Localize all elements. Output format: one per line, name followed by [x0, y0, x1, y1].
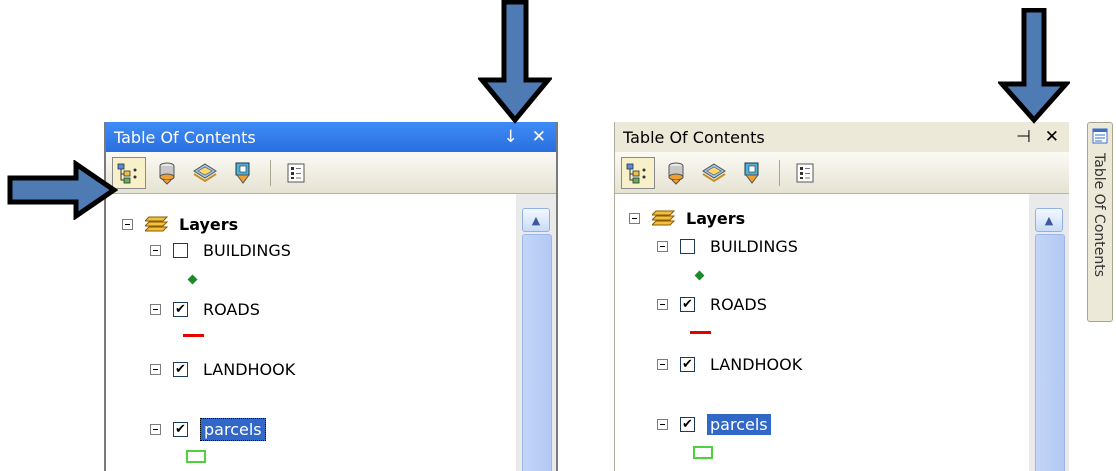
collapse-icon[interactable]: [150, 424, 161, 435]
callout-arrow-down-left: [478, 0, 552, 124]
polygon-symbol: [693, 446, 713, 459]
collapse-icon[interactable]: [657, 241, 668, 252]
layer-name: LANDHOOK: [203, 360, 296, 379]
vertical-scrollbar[interactable]: ▲: [1029, 194, 1069, 471]
root-label: Layers: [686, 208, 746, 228]
list-by-visibility-icon: [702, 162, 726, 182]
layer-name: BUILDINGS: [710, 237, 798, 256]
options-icon: [796, 163, 814, 182]
toolbar-separator: [270, 159, 271, 186]
line-symbol: [183, 334, 204, 337]
toc-titlebar[interactable]: Table Of Contents ⊣ ✕: [615, 122, 1069, 152]
list-by-drawing-order-icon: [117, 163, 137, 183]
close-icon[interactable]: ✕: [532, 128, 546, 146]
layer-row-parcels[interactable]: ✔ parcels: [657, 414, 771, 435]
toc-window-autohide: Table Of Contents ⊣ ✕ Layers BUILDINGS ✔…: [614, 122, 1069, 471]
line-symbol: [690, 331, 711, 334]
scroll-up-button[interactable]: ▲: [522, 208, 550, 232]
layer-row-landhook[interactable]: ✔ LANDHOOK: [150, 359, 298, 380]
toc-tree: Layers BUILDINGS ✔ ROADS ✔ LANDHOOK ✔ pa…: [615, 194, 1069, 471]
check-icon: ✔: [175, 302, 186, 317]
check-icon: ✔: [175, 422, 186, 437]
layer-checkbox[interactable]: [173, 243, 188, 258]
layer-name: LANDHOOK: [710, 355, 803, 374]
root-label: Layers: [179, 214, 239, 234]
layer-checkbox[interactable]: [680, 239, 695, 254]
pin-icon[interactable]: ⊣: [1016, 128, 1031, 146]
point-symbol: [694, 270, 705, 281]
layer-name[interactable]: parcels: [707, 414, 771, 435]
toc-toolbar: [106, 152, 556, 194]
layer-row-roads[interactable]: ✔ ROADS: [150, 299, 263, 320]
options-icon: [287, 163, 305, 182]
layer-row-buildings[interactable]: BUILDINGS: [150, 240, 294, 261]
collapse-icon[interactable]: [122, 218, 133, 230]
toc-title: Table Of Contents: [114, 127, 256, 147]
toc-title: Table Of Contents: [623, 127, 765, 147]
list-by-visibility-button[interactable]: [188, 157, 222, 189]
options-button[interactable]: [279, 157, 313, 189]
polygon-symbol: [186, 450, 206, 463]
layer-row-roads[interactable]: ✔ ROADS: [657, 294, 770, 315]
toc-tab-icon: [1092, 128, 1108, 144]
collapse-icon[interactable]: [657, 359, 668, 370]
layer-row-landhook[interactable]: ✔ LANDHOOK: [657, 354, 805, 375]
list-by-source-button[interactable]: [150, 157, 184, 189]
list-by-selection-button[interactable]: [735, 157, 769, 189]
layer-checkbox[interactable]: ✔: [680, 417, 695, 432]
layer-name: ROADS: [203, 300, 260, 319]
list-by-selection-icon: [744, 162, 759, 184]
layers-root[interactable]: Layers: [122, 214, 238, 234]
layers-root[interactable]: Layers: [629, 208, 745, 228]
data-frame-icon: [652, 210, 676, 226]
layer-name[interactable]: parcels: [200, 418, 266, 441]
layer-checkbox[interactable]: ✔: [680, 357, 695, 372]
list-by-drawing-order-button[interactable]: [621, 156, 655, 189]
check-icon: ✔: [682, 357, 693, 372]
list-by-visibility-button[interactable]: [697, 157, 731, 189]
check-icon: ✔: [175, 362, 186, 377]
collapse-icon[interactable]: [629, 212, 640, 224]
callout-arrow-down-right: [998, 8, 1070, 124]
check-icon: ✔: [682, 297, 693, 312]
callout-arrow-right: [7, 160, 118, 220]
toc-titlebar[interactable]: Table Of Contents ↓ ✕: [106, 122, 556, 152]
point-symbol: [187, 274, 198, 285]
toc-tree: Layers BUILDINGS ✔ ROADS ✔ LANDHOOK ✔ pa…: [106, 194, 556, 471]
layer-checkbox[interactable]: ✔: [173, 302, 188, 317]
toc-window-docked: Table Of Contents ↓ ✕ Layers BUILDINGS ✔…: [104, 122, 558, 471]
layer-name: BUILDINGS: [203, 241, 291, 260]
toc-autohide-tab[interactable]: Table Of Contents: [1087, 122, 1113, 322]
list-by-selection-icon: [235, 162, 250, 184]
collapse-icon[interactable]: [150, 304, 161, 315]
pin-icon[interactable]: ↓: [504, 128, 518, 146]
toolbar-separator: [779, 159, 780, 186]
vertical-scrollbar[interactable]: ▲: [516, 194, 556, 471]
layer-checkbox[interactable]: ✔: [680, 297, 695, 312]
close-icon[interactable]: ✕: [1045, 128, 1059, 146]
scroll-thumb[interactable]: [1035, 234, 1065, 471]
check-icon: ✔: [682, 417, 693, 432]
list-by-drawing-order-icon: [626, 163, 646, 183]
list-by-visibility-icon: [193, 162, 217, 182]
data-frame-icon: [145, 216, 169, 232]
collapse-icon[interactable]: [150, 364, 161, 375]
layer-row-parcels[interactable]: ✔ parcels: [150, 418, 266, 441]
toc-tab-label: Table Of Contents: [1091, 153, 1107, 278]
list-by-source-button[interactable]: [659, 157, 693, 189]
layer-row-buildings[interactable]: BUILDINGS: [657, 236, 801, 257]
scroll-thumb[interactable]: [522, 234, 552, 471]
collapse-icon[interactable]: [657, 299, 668, 310]
collapse-icon[interactable]: [657, 419, 668, 430]
scroll-up-button[interactable]: ▲: [1035, 208, 1063, 232]
collapse-icon[interactable]: [150, 245, 161, 256]
options-button[interactable]: [788, 157, 822, 189]
layer-checkbox[interactable]: ✔: [173, 362, 188, 377]
layer-name: ROADS: [710, 295, 767, 314]
list-by-source-icon: [159, 162, 175, 185]
list-by-selection-button[interactable]: [226, 157, 260, 189]
toc-toolbar: [615, 152, 1069, 194]
layer-checkbox[interactable]: ✔: [173, 422, 188, 437]
list-by-source-icon: [668, 162, 684, 185]
